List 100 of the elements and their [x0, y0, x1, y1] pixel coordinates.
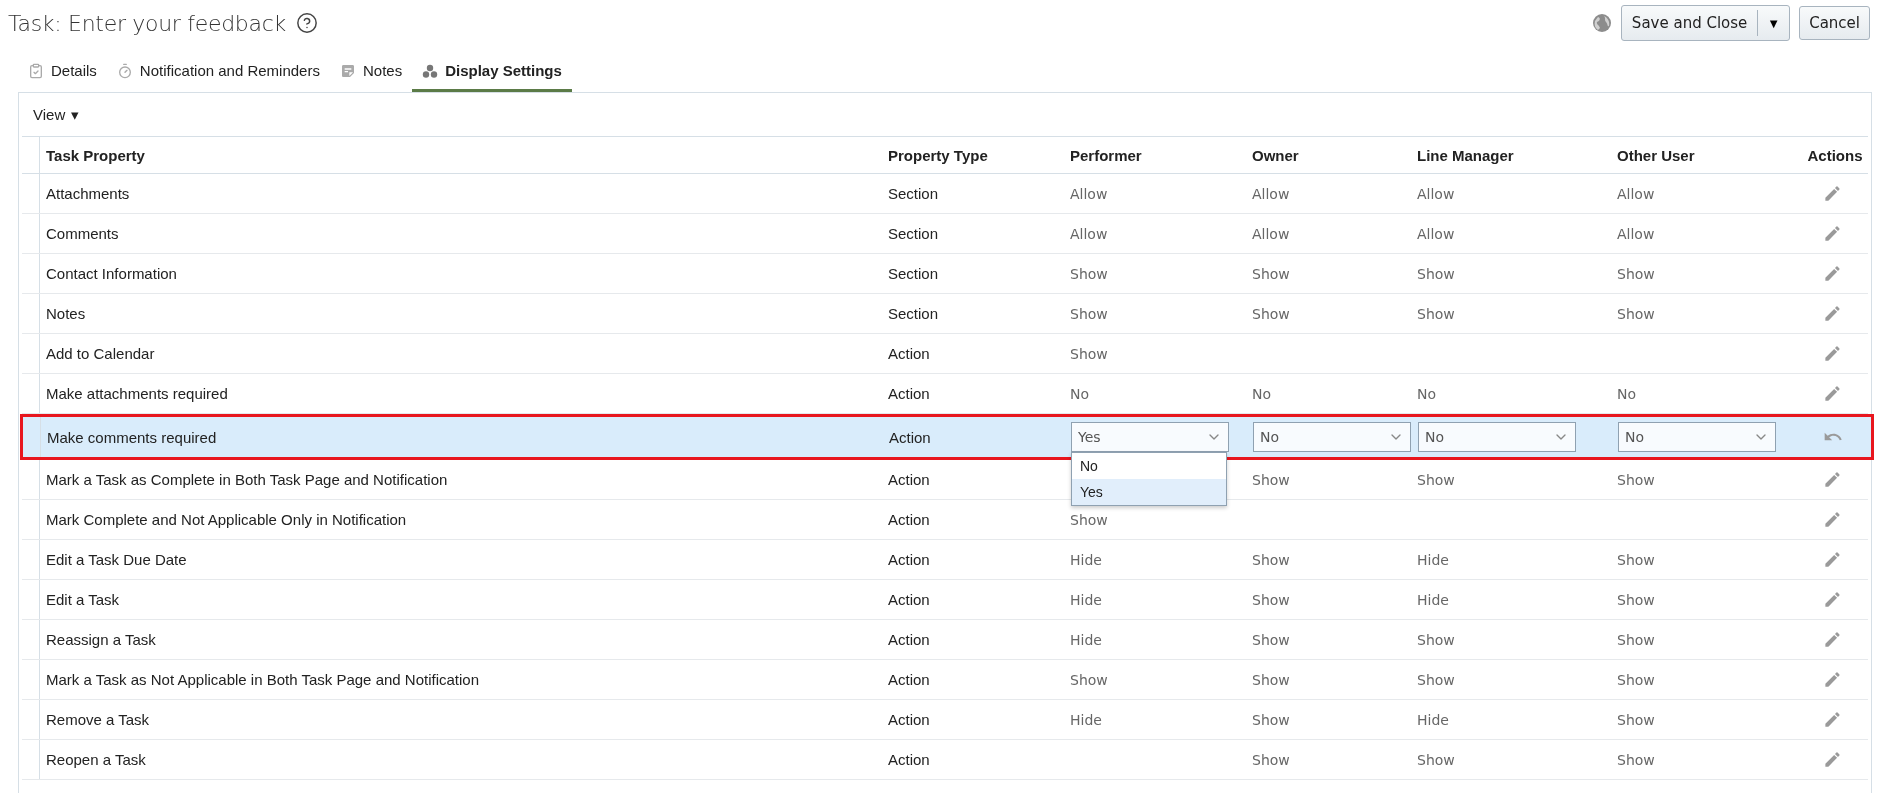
clipboard-icon: [28, 62, 44, 79]
table-cell-text: Show: [1616, 631, 1656, 648]
table-row[interactable]: Reassign a Task Action Hide Show Show Show: [22, 620, 1868, 660]
column-header: Other User: [1616, 146, 1696, 164]
table-row[interactable]: Notes Section Show Show Show Show: [22, 294, 1868, 334]
table-cell-text: Allow: [1416, 225, 1456, 242]
tab[interactable]: Notes: [329, 54, 413, 92]
table-cell-text: Hide: [1416, 711, 1450, 728]
pencil-icon[interactable]: [1822, 630, 1842, 649]
table-row[interactable]: Edit a Task Action Hide Show Hide Show: [22, 580, 1868, 620]
table-row[interactable]: Contact Information Section Show Show Show Show: [22, 254, 1868, 294]
globe-icon[interactable]: [1591, 13, 1612, 33]
pencil-icon[interactable]: [1822, 344, 1842, 363]
table-cell-text: Show: [1069, 345, 1109, 362]
table-cell-text: No: [1251, 385, 1273, 402]
table-row[interactable]: Mark Complete and Not Applicable Only in Notification Action Show: [22, 500, 1868, 540]
table-cell-text: Notes: [45, 305, 87, 322]
table-cell-text: Hide: [1069, 591, 1103, 608]
table-cell-text: Show: [1069, 511, 1109, 528]
save-menu-button[interactable]: ▼: [1757, 10, 1790, 36]
select-field[interactable]: No: [1618, 422, 1776, 452]
table-cell-text: Hide: [1069, 631, 1103, 648]
table-cell-text: Show: [1251, 551, 1291, 568]
table-cell-text: Comments: [45, 225, 120, 242]
pencil-icon[interactable]: [1822, 590, 1842, 609]
table-cell-text: Show: [1251, 471, 1291, 488]
table-cell-text: Show: [1416, 471, 1456, 488]
table-cell-text: Show: [1416, 305, 1456, 322]
table-cell-text: Attachments: [45, 185, 131, 202]
table-row[interactable]: Attachments Section Allow Allow Allow Allow: [22, 174, 1868, 214]
tab[interactable]: Details: [18, 54, 107, 92]
table-cell-text: Action: [887, 631, 931, 648]
table-cell-text: Mark a Task as Complete in Both Task Page and Notification: [45, 471, 449, 488]
select-field[interactable]: Yes: [1071, 422, 1229, 452]
column-header: Task Property: [45, 146, 146, 164]
table-cell-text: Hide: [1416, 591, 1450, 608]
table-row[interactable]: Mark a Task as Not Applicable in Both Task Page and Notification Action Show Show Show Show: [22, 660, 1868, 700]
table-cell-text: Show: [1069, 265, 1109, 282]
table-cell-text: Action: [888, 428, 932, 446]
pencil-icon[interactable]: [1822, 670, 1842, 689]
table-cell-text: Show: [1251, 631, 1291, 648]
table-cell-text: Show: [1416, 631, 1456, 648]
column-header: Performer: [1069, 146, 1143, 164]
dropdown-option[interactable]: No: [1072, 453, 1226, 479]
select-field[interactable]: No: [1418, 422, 1576, 452]
pencil-icon[interactable]: [1822, 750, 1842, 769]
pencil-icon[interactable]: [1822, 710, 1842, 729]
pencil-icon[interactable]: [1822, 304, 1842, 323]
table-cell-text: Action: [887, 591, 931, 608]
table-cell-text: Section: [887, 185, 940, 202]
table-cell-text: No: [1416, 385, 1438, 402]
tab-label: Notification and Reminders: [139, 62, 320, 79]
table-cell-text: Action: [887, 345, 931, 362]
pencil-icon[interactable]: [1822, 550, 1842, 569]
table-cell-text: Show: [1416, 671, 1456, 688]
table-cell-text: No: [1069, 385, 1091, 402]
table-cell-text: Show: [1616, 711, 1656, 728]
table-cell-text: Make attachments required: [45, 385, 229, 402]
column-header: Property Type: [887, 146, 989, 164]
help-icon[interactable]: [295, 12, 318, 34]
table-cell-text: Allow: [1251, 225, 1291, 242]
select-field[interactable]: No: [1253, 422, 1411, 452]
table-cell-text: Make comments required: [46, 428, 218, 446]
pencil-icon[interactable]: [1822, 264, 1842, 283]
table-cell-text: Edit a Task Due Date: [45, 551, 188, 568]
dropdown-option[interactable]: Yes: [1072, 479, 1226, 505]
table-cell-text: Show: [1251, 305, 1291, 322]
table-cell-text: Show: [1251, 671, 1291, 688]
table-row[interactable]: Comments Section Allow Allow Allow Allow: [22, 214, 1868, 254]
table-cell-text: Section: [887, 265, 940, 282]
table-row[interactable]: Reopen a Task Action Show Show Show: [22, 740, 1868, 780]
table-cell-text: Reopen a Task: [45, 751, 147, 768]
table-cell-text: Show: [1616, 551, 1656, 568]
table-cell-text: Allow: [1251, 185, 1291, 202]
table-cell-text: Action: [887, 751, 931, 768]
table-cell-text: Reassign a Task: [45, 631, 157, 648]
table-cell-text: Allow: [1416, 185, 1456, 202]
table-cell-text: Action: [887, 711, 931, 728]
pencil-icon[interactable]: [1822, 184, 1842, 203]
table-row[interactable]: Edit a Task Due Date Action Hide Show Hide Show: [22, 540, 1868, 580]
table-cell-text: Show: [1069, 305, 1109, 322]
cancel-button[interactable]: Cancel: [1799, 6, 1870, 40]
table-row[interactable]: Add to Calendar Action Show: [22, 334, 1868, 374]
page-title: Task: Enter your feedback: [8, 10, 286, 36]
table-cell-text: Action: [887, 671, 931, 688]
table-cell-text: Show: [1616, 305, 1656, 322]
tab[interactable]: Notification and Reminders: [106, 54, 330, 92]
column-header: Owner: [1251, 146, 1300, 164]
save-and-close-button[interactable]: Save and Close: [1621, 6, 1758, 40]
pencil-icon[interactable]: [1822, 470, 1842, 489]
pencil-icon[interactable]: [1822, 224, 1842, 243]
note-icon: [339, 62, 356, 79]
dots-icon: [422, 63, 439, 78]
pencil-icon[interactable]: [1822, 384, 1842, 403]
table-cell-text: Show: [1616, 671, 1656, 688]
table-row[interactable]: Remove a Task Action Hide Show Hide Show: [22, 700, 1868, 740]
tab[interactable]: Display Settings: [412, 54, 572, 92]
table-cell-text: Show: [1616, 591, 1656, 608]
pencil-icon[interactable]: [1822, 510, 1842, 529]
view-menu[interactable]: View ▾: [33, 105, 80, 124]
